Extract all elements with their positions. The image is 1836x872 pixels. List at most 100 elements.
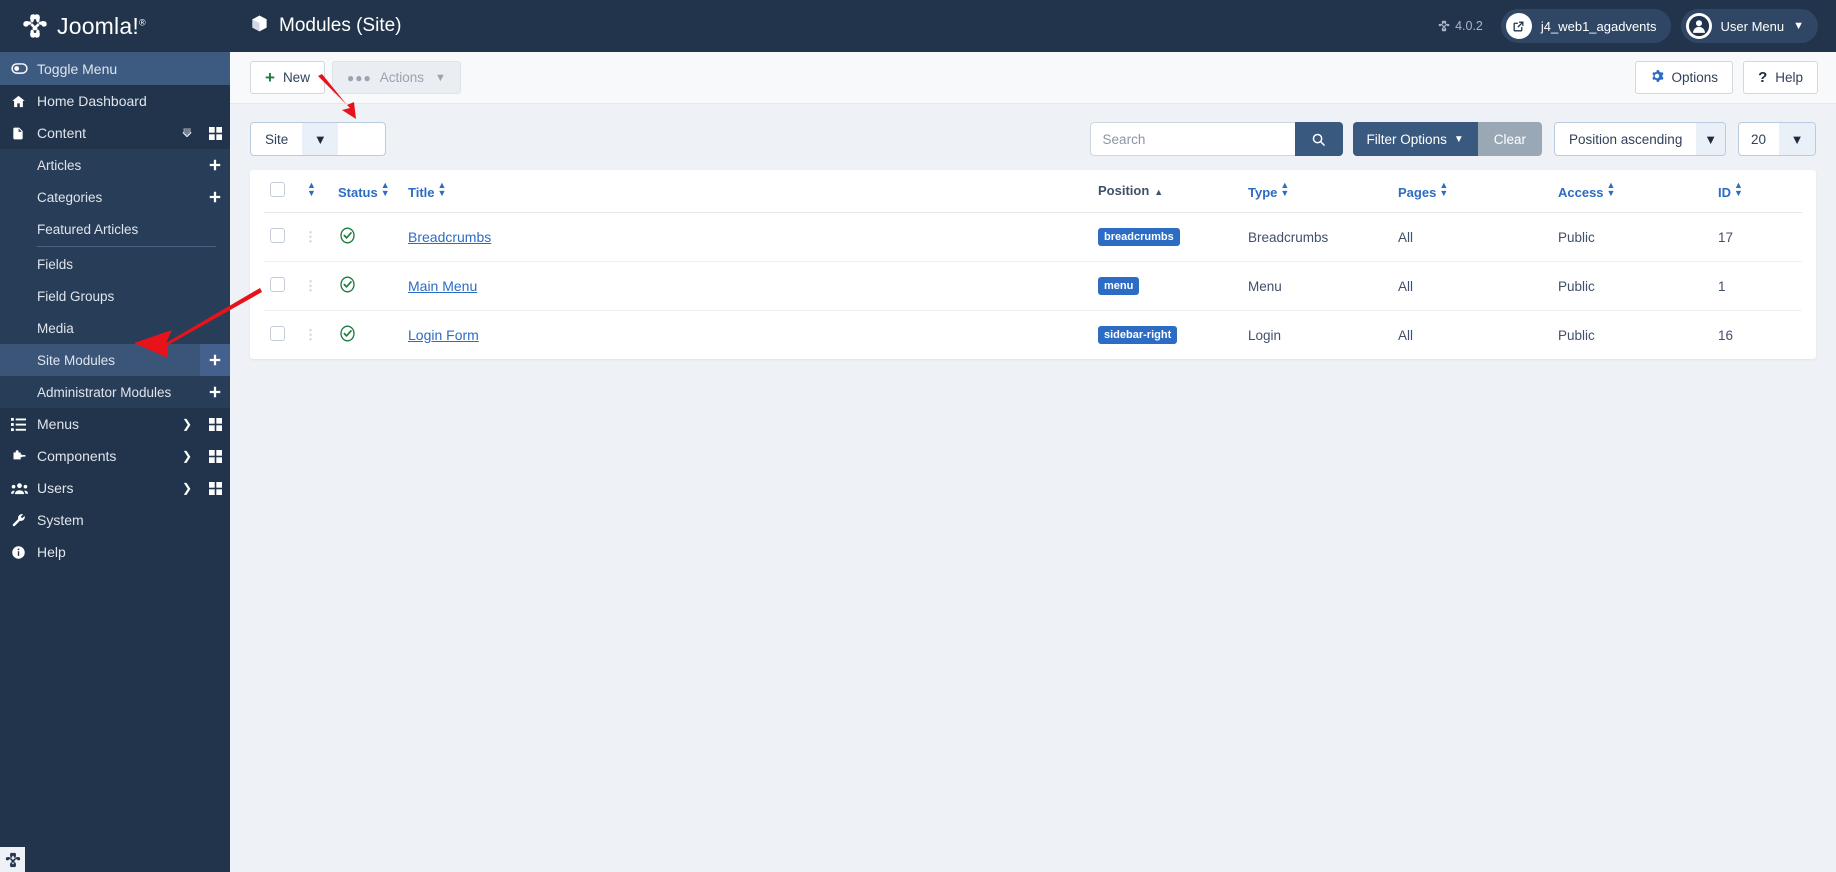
users-dashboard-grid-icon[interactable] (200, 472, 230, 504)
list-icon (11, 417, 37, 432)
sidebar-item-media[interactable]: Media (0, 312, 230, 344)
position-badge: sidebar-right (1098, 325, 1178, 345)
row-position-cell: menu (1092, 261, 1242, 312)
sidebar-item-field-groups[interactable]: Field Groups (0, 280, 230, 312)
client-select[interactable]: Site ▼ (250, 122, 386, 156)
user-menu-button[interactable]: User Menu ▼ (1680, 9, 1818, 43)
col-access-label: Access (1558, 185, 1604, 201)
col-id[interactable]: ID ▲ ▼ (1712, 170, 1802, 214)
sidebar-item-fields[interactable]: Fields (0, 248, 230, 280)
options-button-label: Options (1671, 70, 1719, 85)
ordering-select[interactable]: Position ascending ▼ (1554, 122, 1726, 156)
chevron-right-icon[interactable]: ❯ (182, 449, 200, 463)
row-drag-handle-cell: ⋮ (298, 212, 332, 263)
col-title-label: Title (408, 185, 435, 201)
limit-select[interactable]: 20 ▼ (1738, 122, 1816, 156)
help-button[interactable]: ? Help (1743, 61, 1818, 94)
sidebar-item-label: Home Dashboard (37, 93, 147, 109)
position-badge: menu (1098, 276, 1140, 296)
sidebar-item-label: Fields (37, 256, 74, 272)
col-ordering[interactable]: ▲ ▼ (298, 170, 332, 214)
sidebar-item-featured-articles[interactable]: Featured Articles (0, 213, 230, 245)
site-preview-button[interactable]: j4_web1_agadvents (1500, 9, 1671, 43)
search-input[interactable] (1089, 122, 1295, 156)
table-head: ▲ ▼ Status ▲ ▼ Title ▲ ▼ Position ▲ Type… (264, 170, 1802, 214)
col-pages[interactable]: Pages ▲ ▼ (1392, 170, 1552, 214)
clear-filters-button[interactable]: Clear (1477, 122, 1542, 156)
external-link-icon (1505, 13, 1532, 39)
row-id-cell: 16 (1718, 327, 1734, 343)
add-site-module-icon[interactable] (200, 344, 230, 376)
limit-select-value: 20 (1751, 131, 1767, 147)
row-status-cell (332, 311, 402, 360)
joomla-admin-app: Joomla!® Toggle Menu Home Dashboard Cont… (0, 0, 1836, 872)
user-menu-text: User Menu (1720, 18, 1785, 34)
menus-dashboard-grid-icon[interactable] (200, 408, 230, 440)
status-published-icon[interactable] (338, 275, 357, 297)
col-id-label: ID (1718, 185, 1731, 201)
filter-options-button[interactable]: Filter Options ▼ (1352, 122, 1478, 156)
col-access[interactable]: Access ▲ ▼ (1552, 170, 1712, 214)
table-row[interactable]: ⋮ Main Menu menu Menu All Public 1 (264, 261, 1802, 312)
sort-arrows-icon: ▲ ▼ (1280, 180, 1290, 199)
cube-icon (250, 14, 269, 39)
new-button-label: New (282, 70, 310, 85)
joomla-footer-logo-icon[interactable] (0, 847, 25, 872)
clear-label: Clear (1493, 131, 1526, 147)
sidebar-item-label: Users (37, 480, 74, 496)
select-all-checkbox[interactable] (270, 181, 285, 197)
module-title-link[interactable]: Breadcrumbs (408, 229, 491, 245)
sidebar-item-administrator-modules[interactable]: Administrator Modules (0, 376, 230, 408)
status-published-icon[interactable] (338, 324, 357, 346)
row-checkbox[interactable] (270, 228, 285, 244)
sidebar-item-label: Media (37, 320, 74, 336)
sidebar-item-users[interactable]: Users ❯ (0, 472, 230, 504)
brand-logo[interactable]: Joomla!® (0, 0, 230, 52)
drag-handle-icon[interactable]: ⋮ (304, 328, 326, 341)
table-row[interactable]: ⋮ Breadcrumbs breadcrumbs Breadcrumbs Al… (264, 212, 1802, 263)
sort-arrows-icon: ▲ ▼ (380, 180, 390, 199)
options-button[interactable]: Options (1634, 61, 1734, 94)
actions-button[interactable]: ●●● Actions ▼ (331, 61, 461, 94)
row-title-cell: Login Form (402, 311, 1092, 360)
add-category-icon[interactable] (200, 181, 230, 213)
add-administrator-module-icon[interactable] (200, 376, 230, 408)
status-published-icon[interactable] (338, 226, 357, 248)
sidebar-item-system[interactable]: System (0, 504, 230, 536)
col-title[interactable]: Title ▲ ▼ (402, 170, 1092, 214)
search-submit-button[interactable] (1294, 122, 1343, 156)
sidebar-item-help[interactable]: Help (0, 536, 230, 568)
add-article-icon[interactable] (200, 149, 230, 181)
row-checkbox[interactable] (270, 326, 285, 342)
puzzle-icon (11, 449, 37, 464)
table-row[interactable]: ⋮ Login Form sidebar-right Login All Pub… (264, 311, 1802, 360)
sidebar-item-categories[interactable]: Categories (0, 181, 230, 213)
sidebar-item-toggle-menu[interactable]: Toggle Menu (0, 52, 230, 85)
sidebar-item-home-dashboard[interactable]: Home Dashboard (0, 85, 230, 117)
content-dashboard-grid-icon[interactable] (200, 117, 230, 149)
col-status[interactable]: Status ▲ ▼ (332, 170, 402, 214)
col-position-label: Position (1098, 183, 1150, 199)
chevron-right-icon[interactable]: ❯ (182, 417, 200, 431)
chevron-right-icon[interactable]: ❯ (182, 481, 200, 495)
drag-handle-icon[interactable]: ⋮ (304, 279, 326, 292)
chevron-down-icon[interactable]: ⟱ (182, 126, 200, 140)
sidebar-item-menus[interactable]: Menus ❯ (0, 408, 230, 440)
module-title-link[interactable]: Main Menu (408, 278, 477, 294)
sidebar-item-site-modules[interactable]: Site Modules (0, 344, 230, 376)
sidebar-item-articles[interactable]: Articles (0, 149, 230, 181)
top-header-bar: Modules (Site) 4.0.2 j4_web1_agadvents U… (230, 0, 1836, 52)
chevron-down-icon: ▼ (1793, 20, 1804, 32)
sidebar-item-label: Featured Articles (37, 221, 139, 237)
version-text: 4.0.2 (1455, 19, 1483, 33)
col-position[interactable]: Position ▲ (1092, 170, 1242, 214)
col-type[interactable]: Type ▲ ▼ (1242, 170, 1392, 214)
drag-handle-icon[interactable]: ⋮ (304, 230, 326, 243)
sidebar-item-content[interactable]: Content ⟱ (0, 117, 230, 149)
module-title-link[interactable]: Login Form (408, 327, 479, 343)
row-checkbox[interactable] (270, 277, 285, 293)
components-dashboard-grid-icon[interactable] (200, 440, 230, 472)
new-button[interactable]: + New (250, 61, 325, 94)
sidebar-item-label: Menus (37, 416, 80, 432)
sidebar-item-components[interactable]: Components ❯ (0, 440, 230, 472)
